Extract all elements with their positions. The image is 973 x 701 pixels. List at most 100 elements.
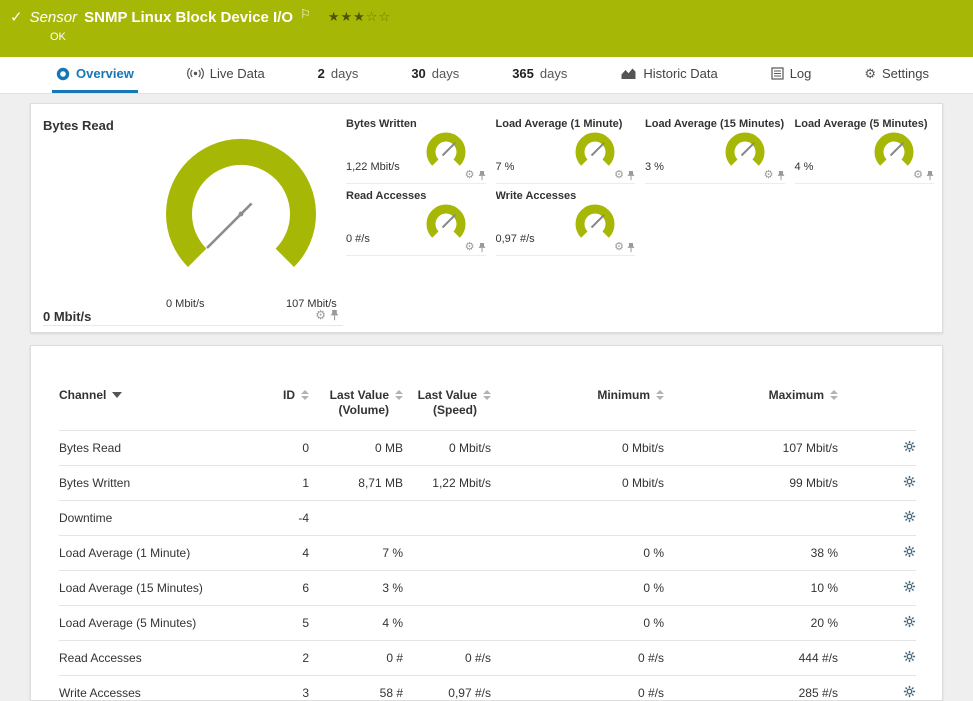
mini-gauge-dial [571,202,619,246]
cell-id: 5 [259,606,309,641]
gauge-settings-gear-icon[interactable]: ⚙ [764,170,774,181]
mini-gauge-value: 4 % [795,161,814,173]
gauge-settings-gear-icon[interactable]: ⚙ [315,309,326,321]
tab-number: 365 [512,66,534,81]
sensor-kind-label: Sensor [30,9,78,26]
primary-gauge-dial [151,126,331,306]
cell-last-volume: 0 # [309,641,403,676]
tab-live-data[interactable]: Live Data [183,57,269,93]
mini-gauge-load-1min[interactable]: Load Average (1 Minute) 7 % ⚙ [496,116,636,184]
mini-gauge-read-accesses[interactable]: Read Accesses 0 #/s ⚙ [346,188,486,256]
gauge-settings-gear-icon[interactable]: ⚙ [913,170,923,181]
tab-log[interactable]: Log [767,57,816,93]
mini-gauge-load-5min[interactable]: Load Average (5 Minutes) 4 % ⚙ [795,116,935,184]
channel-settings-gear-icon[interactable] [903,650,916,666]
gauge-settings-gear-icon[interactable]: ⚙ [465,242,475,253]
mini-gauge-dial [721,130,769,174]
cell-channel: Read Accesses [59,641,259,676]
sort-icon [483,390,491,400]
pin-icon[interactable] [627,170,635,181]
area-chart-icon [620,67,637,80]
cell-channel: Bytes Written [59,466,259,501]
channels-panel: Channel ID Last Value (Volume) Last Valu… [30,345,943,701]
tab-2-days[interactable]: 2 days [314,57,363,93]
stars-empty: ☆☆ [366,9,391,24]
tab-30-days[interactable]: 30 days [407,57,463,93]
pin-icon[interactable] [330,309,339,321]
column-header-minimum[interactable]: Minimum [491,346,664,431]
table-row: Load Average (5 Minutes) 5 4 % 0 % 20 % [59,606,916,641]
mini-gauge-dial [571,130,619,174]
mini-gauge-bytes-written[interactable]: Bytes Written 1,22 Mbit/s ⚙ [346,116,486,184]
tab-historic-data[interactable]: Historic Data [616,57,721,93]
pin-icon[interactable] [478,242,486,253]
prtg-sensor-page: ✓ Sensor SNMP Linux Block Device I/O ⚐ ★… [0,0,973,701]
cell-maximum: 10 % [664,571,838,606]
tab-label: days [432,66,459,81]
cell-id: 6 [259,571,309,606]
channel-settings-gear-icon[interactable] [903,545,916,561]
mini-gauge-title: Write Accesses [496,188,636,202]
gauge-settings-gear-icon[interactable]: ⚙ [465,170,475,181]
flag-icon[interactable]: ⚐ [300,7,311,21]
column-header-last-value-volume[interactable]: Last Value (Volume) [309,346,403,431]
table-row: Downtime -4 [59,501,916,536]
cell-last-speed: 0 Mbit/s [403,431,491,466]
mini-gauge-load-15min[interactable]: Load Average (15 Minutes) 3 % ⚙ [645,116,785,184]
mini-gauge-dial [422,130,470,174]
column-header-id[interactable]: ID [259,346,309,431]
primary-gauge[interactable]: Bytes Read 0 Mbit/s 107 Mbit/s 0 Mbit/s … [43,112,343,326]
gauges-panel: Bytes Read 0 Mbit/s 107 Mbit/s 0 Mbit/s … [30,103,943,333]
channel-settings-gear-icon[interactable] [903,580,916,596]
tab-number: 30 [411,66,425,81]
cell-minimum: 0 Mbit/s [491,431,664,466]
gauge-settings-gear-icon[interactable]: ⚙ [614,242,624,253]
cell-channel: Bytes Read [59,431,259,466]
mini-gauge-dial [870,130,918,174]
column-label: Last Value (Volume) [330,388,389,418]
priority-stars[interactable]: ★★★☆☆ [328,9,391,25]
column-header-last-value-speed[interactable]: Last Value (Speed) [403,346,491,431]
cell-id: 0 [259,431,309,466]
column-header-channel[interactable]: Channel [59,346,259,431]
empty-cell [795,188,935,256]
mini-gauge-write-accesses[interactable]: Write Accesses 0,97 #/s ⚙ [496,188,636,256]
tab-label: Settings [882,66,929,81]
cell-last-speed [403,571,491,606]
column-header-actions [838,346,916,431]
cell-channel: Write Accesses [59,676,259,701]
cell-last-speed: 0,97 #/s [403,676,491,701]
table-row: Load Average (15 Minutes) 6 3 % 0 % 10 % [59,571,916,606]
column-header-maximum[interactable]: Maximum [664,346,838,431]
cell-id: 3 [259,676,309,701]
stars-filled: ★★★ [328,9,366,24]
tab-label: Live Data [210,66,265,81]
pin-icon[interactable] [478,170,486,181]
cell-last-speed: 0 #/s [403,641,491,676]
tab-settings[interactable]: ⚙ Settings [860,57,933,93]
gauge-settings-gear-icon[interactable]: ⚙ [614,170,624,181]
pin-icon[interactable] [627,242,635,253]
table-header-row: Channel ID Last Value (Volume) Last Valu… [59,346,916,431]
tab-bar: Overview Live Data 2 days 30 days 365 da… [0,57,973,94]
cell-maximum: 285 #/s [664,676,838,701]
mini-gauge-title: Read Accesses [346,188,486,202]
cell-minimum [491,501,664,536]
gear-icon: ⚙ [864,66,876,82]
tab-overview[interactable]: Overview [52,57,138,93]
cell-maximum: 99 Mbit/s [664,466,838,501]
sensor-header-bar: ✓ Sensor SNMP Linux Block Device I/O ⚐ ★… [0,0,973,57]
cell-id: -4 [259,501,309,536]
channel-settings-gear-icon[interactable] [903,615,916,631]
sort-icon [395,390,403,400]
channel-settings-gear-icon[interactable] [903,510,916,526]
mini-gauge-value: 0,97 #/s [496,233,535,245]
mini-gauge-value: 1,22 Mbit/s [346,161,400,173]
table-row: Bytes Read 0 0 MB 0 Mbit/s 0 Mbit/s 107 … [59,431,916,466]
tab-365-days[interactable]: 365 days [508,57,571,93]
pin-icon[interactable] [777,170,785,181]
channel-settings-gear-icon[interactable] [903,440,916,456]
channel-settings-gear-icon[interactable] [903,685,916,701]
channel-settings-gear-icon[interactable] [903,475,916,491]
pin-icon[interactable] [926,170,934,181]
